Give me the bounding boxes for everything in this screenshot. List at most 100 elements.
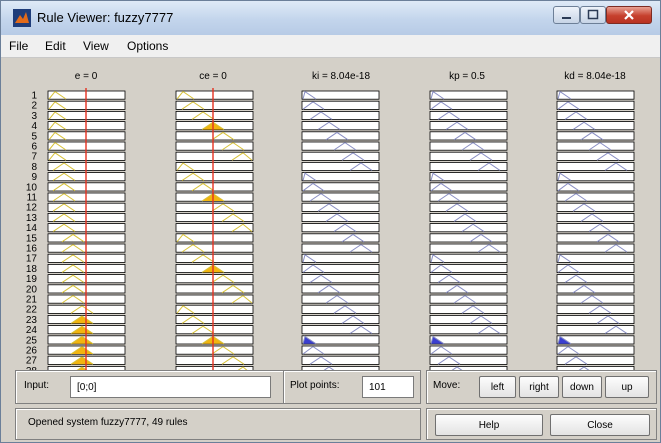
rule-cell [429, 172, 508, 182]
rule-cell [556, 294, 635, 304]
rule-cell [301, 284, 380, 294]
rule-cell [429, 111, 508, 121]
menu-options[interactable]: Options [127, 39, 168, 53]
status-panel: Opened system fuzzy7777, 49 rules [15, 408, 421, 440]
rule-cell [175, 111, 254, 121]
rule-cell [175, 284, 254, 294]
rule-cell [556, 212, 635, 222]
rule-cell [301, 212, 380, 222]
maximize-icon [587, 9, 599, 20]
rule-cell [175, 355, 254, 365]
rule-cell [301, 274, 380, 284]
minimize-button[interactable] [553, 6, 580, 24]
move-panel: Move: left right down up [426, 370, 657, 404]
rule-cell [556, 243, 635, 253]
maximize-button[interactable] [580, 6, 606, 24]
rule-cell [429, 212, 508, 222]
rule-cell [429, 355, 508, 365]
rule-cell [175, 253, 254, 263]
rule-cell [175, 345, 254, 355]
rule-cell [556, 172, 635, 182]
rule-cell [556, 202, 635, 212]
rule-cell [301, 111, 380, 121]
move-right-button[interactable]: right [519, 376, 559, 398]
minimize-icon [562, 17, 571, 19]
rule-cell [556, 111, 635, 121]
rule-cell [429, 243, 508, 253]
rule-cell [301, 162, 380, 172]
title-bar: Rule Viewer: fuzzy7777 [1, 1, 660, 35]
rule-cell [429, 294, 508, 304]
help-button[interactable]: Help [435, 414, 543, 436]
rule-cell [301, 172, 380, 182]
rule-viewer-window: Rule Viewer: fuzzy7777 File Edit View Op… [0, 0, 661, 443]
control-panel: Input: [0;0] Plot points: 101 Move: left… [1, 370, 660, 442]
plot-points-field[interactable]: 101 [362, 376, 414, 398]
rule-cell [556, 131, 635, 141]
rule-cell [301, 192, 380, 202]
rules-plot: e = 0 ce = 0 ki = 8.04e-18 kp = 0.5 kd = 8.0… [26, 71, 635, 370]
rule-cell [556, 253, 635, 263]
rule-cell [301, 131, 380, 141]
rule-cell [429, 274, 508, 284]
rule-cell [301, 243, 380, 253]
rule-cell [429, 325, 508, 335]
rule-cell [301, 151, 380, 161]
rule-cell [556, 121, 635, 131]
rule-cell [429, 90, 508, 100]
rule-cell [556, 90, 635, 100]
window-title: Rule Viewer: fuzzy7777 [37, 10, 174, 25]
menu-edit[interactable]: Edit [45, 39, 66, 53]
rule-cell [301, 202, 380, 212]
rule-cell [429, 192, 508, 202]
rule-cell [301, 90, 380, 100]
move-down-button[interactable]: down [562, 376, 602, 398]
rule-cell [556, 192, 635, 202]
rule-cell [429, 151, 508, 161]
move-label: Move: [433, 380, 461, 391]
rule-plot-area: e = 0 ce = 0 ki = 8.04e-18 kp = 0.5 kd = 8.0… [1, 58, 660, 370]
rule-cell [556, 233, 635, 243]
rule-cell [175, 212, 254, 222]
rule-cell [429, 314, 508, 324]
rule-cell [556, 314, 635, 324]
input-field[interactable]: [0;0] [70, 376, 271, 398]
rule-cell [556, 151, 635, 161]
rule-cell [556, 325, 635, 335]
rule-cell [301, 325, 380, 335]
rule-cell [556, 162, 635, 172]
rule-cell [429, 121, 508, 131]
menu-file[interactable]: File [9, 39, 28, 53]
rule-cell [429, 284, 508, 294]
rule-cell [429, 131, 508, 141]
column-header: ki = 8.04e-18 [312, 71, 371, 82]
close-icon [624, 10, 634, 20]
action-panel: Help Close [426, 408, 657, 440]
column-header: kp = 0.5 [449, 71, 485, 82]
menu-view[interactable]: View [83, 39, 109, 53]
rule-cell [301, 294, 380, 304]
rule-cell [429, 162, 508, 172]
rule-cell [301, 355, 380, 365]
rule-cell [556, 355, 635, 365]
column-header: ce = 0 [199, 71, 227, 82]
move-left-button[interactable]: left [479, 376, 516, 398]
close-window-button[interactable] [606, 6, 652, 24]
rule-cell [175, 325, 254, 335]
menu-bar: File Edit View Options [1, 35, 660, 58]
matlab-logo-icon [13, 9, 31, 27]
rule-cell [429, 253, 508, 263]
plot-points-label: Plot points: [290, 380, 340, 391]
rule-cell [556, 284, 635, 294]
rule-cell [175, 131, 254, 141]
column-header: e = 0 [75, 71, 98, 82]
close-button[interactable]: Close [550, 414, 650, 436]
rule-cell [429, 202, 508, 212]
rule-cell [556, 274, 635, 284]
rule-cell [175, 202, 254, 212]
rule-cell [429, 233, 508, 243]
rule-cell [175, 141, 254, 151]
rule-cell [175, 182, 254, 192]
rule-cell [301, 253, 380, 263]
move-up-button[interactable]: up [605, 376, 649, 398]
